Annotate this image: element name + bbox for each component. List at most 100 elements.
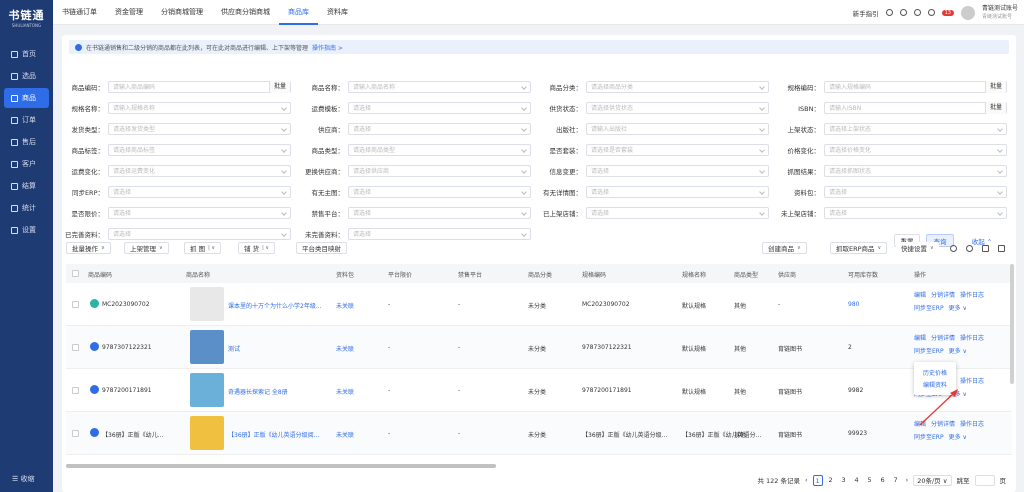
upload-icon[interactable] xyxy=(885,9,893,16)
sync-erp-link[interactable]: 同步至ERP xyxy=(914,434,944,441)
filter-input[interactable]: 请选择商品分类 xyxy=(586,80,769,93)
row-checkbox[interactable] xyxy=(72,301,79,308)
filter-input[interactable]: 请选择 xyxy=(348,122,531,135)
cell-pack[interactable]: 未关联 xyxy=(336,301,354,310)
sidebar-item-1[interactable]: 选品 xyxy=(4,66,49,86)
filter-input[interactable]: 请选择 xyxy=(586,185,769,198)
filter-input[interactable]: 请选择上架状态 xyxy=(824,122,1007,135)
cell-name[interactable]: 课本里的十万个为什么小学2年级... xyxy=(228,301,322,310)
log-link[interactable]: 操作日志 xyxy=(960,421,984,428)
sidebar-item-7[interactable]: 统计 xyxy=(4,198,49,218)
bulk-input-button[interactable]: 批量 xyxy=(984,80,1006,93)
create-goods-button[interactable]: 创建商品 ∨ xyxy=(762,242,807,254)
shelve-button[interactable]: 上架管理 ∨ xyxy=(124,242,169,254)
sidebar-item-0[interactable]: 首页 xyxy=(4,44,49,64)
export-icon[interactable] xyxy=(982,245,989,252)
headset-icon[interactable] xyxy=(913,9,921,16)
filter-input[interactable]: 请选择 xyxy=(348,185,531,198)
guide-link-notice[interactable]: 操作指南 > xyxy=(312,43,343,52)
row-checkbox[interactable] xyxy=(72,344,79,351)
filter-input[interactable]: 请选择 xyxy=(824,185,1007,198)
category-map-button[interactable]: 平台类目映射 xyxy=(296,242,347,254)
tab-0[interactable]: 书链通订单 xyxy=(53,0,106,25)
external-icon[interactable] xyxy=(998,245,1005,252)
app-logo[interactable]: 书链通 SHULIANTONG xyxy=(0,0,53,34)
tab-4[interactable]: 商品库 xyxy=(279,0,318,25)
filter-input[interactable]: 请输入规格名称 xyxy=(108,101,291,114)
edit-link[interactable]: 编辑 xyxy=(914,335,926,342)
distribute-button[interactable]: 铺 货 | ∨ xyxy=(238,242,276,254)
collapse-button[interactable]: ☰ 收缩 xyxy=(12,474,35,484)
page-6[interactable]: 6 xyxy=(878,475,888,486)
next-page-icon[interactable]: › xyxy=(906,476,909,484)
horizontal-scrollbar[interactable] xyxy=(66,464,496,468)
filter-input[interactable]: 请选择 xyxy=(108,206,291,219)
filter-input[interactable]: 请选择供货状态 xyxy=(586,101,769,114)
bulk-input-button[interactable]: 批量 xyxy=(268,80,290,93)
filter-input[interactable]: 请选择抓图状态 xyxy=(824,164,1007,177)
grab-image-button[interactable]: 抓 图 | ∨ xyxy=(184,242,222,254)
sidebar-item-3[interactable]: 订单 xyxy=(4,110,49,130)
filter-input[interactable]: 请选择发货类型 xyxy=(108,122,291,135)
cell-name[interactable]: 奇遇器长探索记 全8册 xyxy=(228,387,288,396)
tab-1[interactable]: 资金管理 xyxy=(106,0,152,25)
filter-input[interactable]: 请选择是否套装 xyxy=(586,143,769,156)
filter-input[interactable]: 请选择 xyxy=(348,206,531,219)
cell-pack[interactable]: 未关联 xyxy=(336,430,354,439)
user-info[interactable]: 青链测试账号 青链测试账号 xyxy=(982,5,1018,21)
page-2[interactable]: 2 xyxy=(826,475,836,486)
page-7[interactable]: 7 xyxy=(891,475,901,486)
filter-input[interactable]: 请选择商品类型 xyxy=(348,143,531,156)
tab-3[interactable]: 供应商分销商城 xyxy=(212,0,279,25)
edit-link[interactable]: 编辑 xyxy=(914,292,926,299)
guide-link[interactable]: 新手指引 xyxy=(853,8,879,18)
sidebar-item-6[interactable]: 结算 xyxy=(4,176,49,196)
filter-input[interactable]: 请选择 xyxy=(348,227,531,240)
sidebar-item-2[interactable]: 商品 xyxy=(4,88,49,108)
quick-settings-button[interactable]: 快捷设置 ∨ xyxy=(896,242,939,254)
filter-input[interactable]: 请输入ISBN 批量 xyxy=(824,101,1007,114)
more-link[interactable]: 更多 ∨ xyxy=(949,348,967,355)
page-4[interactable]: 4 xyxy=(852,475,862,486)
avatar[interactable] xyxy=(960,5,975,20)
page-size-select[interactable]: 20条/页 ∨ xyxy=(913,474,952,486)
filter-input[interactable]: 请选择运费变化 xyxy=(108,164,291,177)
row-checkbox[interactable] xyxy=(72,387,79,394)
vertical-scrollbar[interactable] xyxy=(1010,264,1014,384)
sync-erp-link[interactable]: 同步至ERP xyxy=(914,305,944,312)
filter-input[interactable]: 请选择供应商 xyxy=(348,164,531,177)
page-3[interactable]: 3 xyxy=(839,475,849,486)
filter-input[interactable]: 请选择 xyxy=(824,206,1007,219)
cell-pack[interactable]: 未关联 xyxy=(336,344,354,353)
sidebar-item-5[interactable]: 客户 xyxy=(4,154,49,174)
history-price-item[interactable]: 历史价格 xyxy=(914,368,956,380)
gear-icon[interactable] xyxy=(966,245,973,252)
cell-pack[interactable]: 未关联 xyxy=(336,387,354,396)
filter-input[interactable]: 请选择 xyxy=(586,164,769,177)
gift-icon[interactable] xyxy=(899,9,907,16)
filter-input[interactable]: 请选择商品标签 xyxy=(108,143,291,156)
tab-2[interactable]: 分销商城管理 xyxy=(152,0,212,25)
log-link[interactable]: 操作日志 xyxy=(960,292,984,299)
refresh-icon[interactable] xyxy=(950,245,957,252)
goto-input[interactable] xyxy=(974,474,995,486)
filter-input[interactable]: 请选择 xyxy=(108,185,291,198)
filter-input[interactable]: 请选择 xyxy=(108,227,291,240)
sync-erp-link[interactable]: 同步至ERP xyxy=(914,348,944,355)
page-5[interactable]: 5 xyxy=(865,475,875,486)
tab-5[interactable]: 资料库 xyxy=(318,0,357,25)
row-checkbox[interactable] xyxy=(72,430,79,437)
filter-input[interactable]: 请选择 xyxy=(348,101,531,114)
more-link[interactable]: 更多 ∨ xyxy=(949,305,967,312)
erp-grab-button[interactable]: 抓取ERP商品 ∨ xyxy=(830,242,888,254)
bulk-input-button[interactable]: 批量 xyxy=(984,101,1006,114)
cell-name[interactable]: 测试 xyxy=(228,344,240,353)
clipboard-icon[interactable] xyxy=(927,9,935,16)
filter-input[interactable]: 请选择 xyxy=(586,206,769,219)
log-link[interactable]: 操作日志 xyxy=(960,335,984,342)
prev-page-icon[interactable]: ‹ xyxy=(805,476,808,484)
dist-link[interactable]: 分销详情 xyxy=(931,335,955,342)
page-1[interactable]: 1 xyxy=(812,474,823,486)
filter-input[interactable]: 请输入商品编码 批量 xyxy=(108,80,291,93)
cell-name[interactable]: 【36册】正版《幼儿英语分级阅... xyxy=(228,430,319,439)
